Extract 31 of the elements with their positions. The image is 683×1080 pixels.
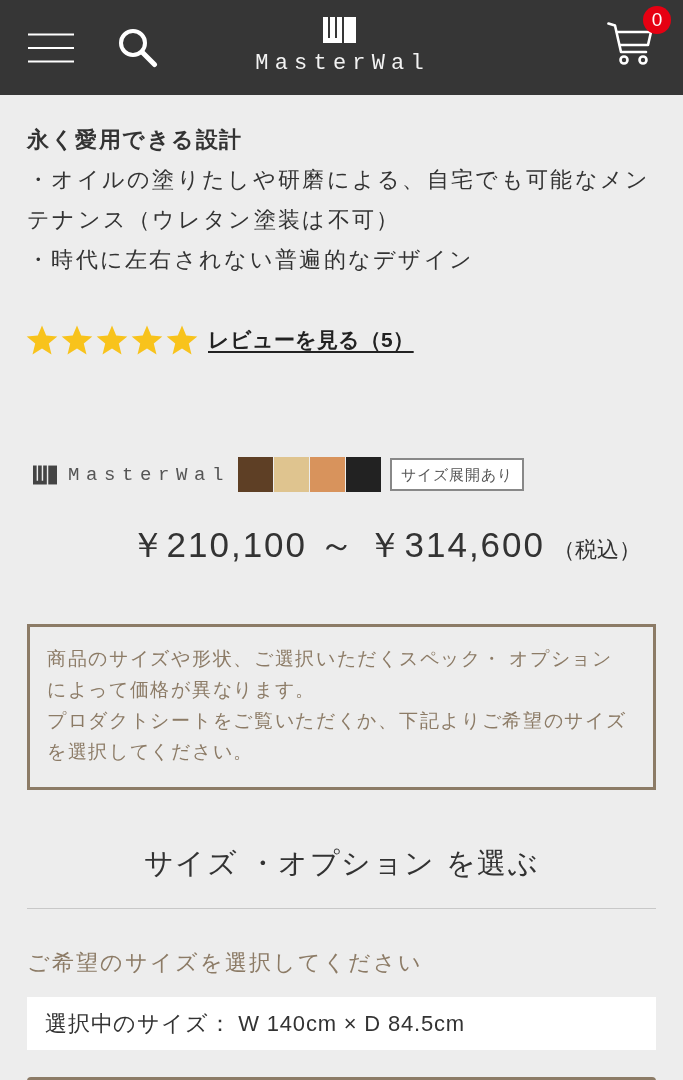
feature-item: ・オイルの塗りたしや研磨による、自宅でも可能なメンテナンス（ウレタン塗装は不可）: [27, 166, 652, 234]
cart-count-badge: 0: [643, 6, 671, 34]
size-prompt: ご希望のサイズを選択してください: [27, 949, 424, 977]
price-range: ￥210,100 ～ ￥314,600: [129, 524, 545, 566]
section-heading: サイズ ・オプション を選ぶ: [142, 846, 541, 881]
search-icon: [118, 27, 158, 68]
swatch-icon[interactable]: [274, 457, 310, 492]
brand-logo-text: MasterWal: [68, 463, 231, 486]
cart-icon: [607, 20, 653, 66]
size-variants-badge: サイズ展開あり: [390, 458, 525, 491]
logo-icon[interactable]: [323, 17, 356, 43]
star-icon: [131, 324, 163, 356]
logo-text[interactable]: MasterWal: [249, 54, 430, 74]
star-icon: [61, 324, 93, 356]
star-icon: [26, 324, 58, 356]
feature-title: 永く愛用できる設計: [27, 126, 244, 154]
brand-logo-icon: [33, 464, 57, 485]
star-icon: [96, 324, 128, 356]
menu-icon: [28, 32, 74, 63]
swatch-icon[interactable]: [238, 457, 274, 492]
star-icon: [166, 324, 198, 356]
menu-button[interactable]: [26, 30, 76, 65]
feature-item: ・時代に左右されない普遍的なデザイン: [27, 246, 476, 274]
cart-button[interactable]: [607, 20, 653, 66]
reviews-link[interactable]: レビューを見る（5）: [208, 324, 414, 356]
selected-size-panel: 選択中のサイズ： W 140cm × D 84.5cm: [27, 997, 656, 1050]
swatch-icon[interactable]: [310, 457, 346, 492]
tax-note: （税込）: [553, 536, 641, 564]
swatch-icon[interactable]: [346, 457, 382, 492]
notice-text: 商品のサイズや形状、ご選択いただくスペック・ オプションによって価格が異なります。: [47, 647, 614, 702]
notice-text: プロダクトシートをご覧いただくか、下記よりご希望のサイズを選択してください。: [47, 709, 628, 764]
